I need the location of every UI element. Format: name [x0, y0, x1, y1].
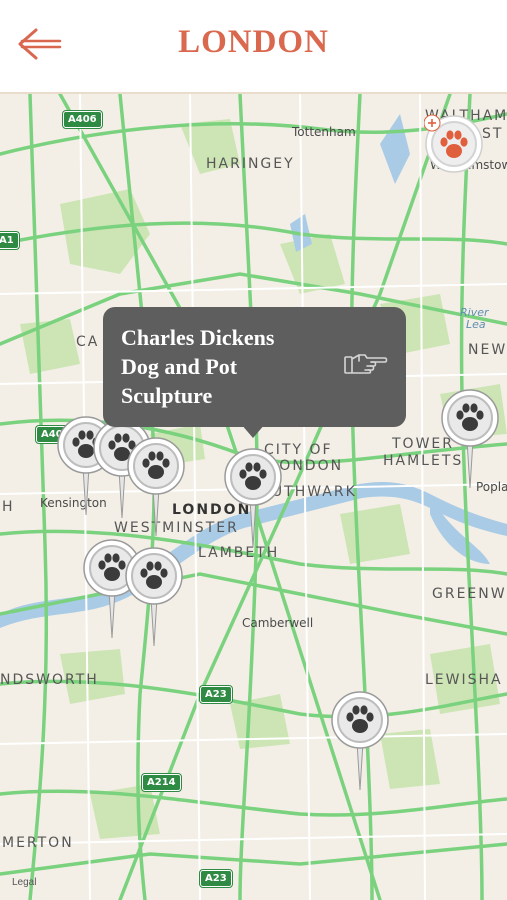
- callout-title-line-1: Charles Dickens: [121, 325, 275, 350]
- page-title: LONDON: [178, 24, 329, 60]
- road-shield-a406: A406: [63, 111, 102, 128]
- plus-icon: [423, 114, 441, 132]
- map-pin-5[interactable]: [440, 388, 500, 503]
- map-label-wandsworth: NDSWORTH: [0, 672, 99, 688]
- map-label-greenwich: GREENWI: [432, 586, 507, 602]
- callout-title-line-2: Dog and Pot: [121, 354, 238, 379]
- pointing-hand-icon: [344, 354, 388, 374]
- map-label-camberwell: Camberwell: [242, 616, 314, 630]
- location-callout[interactable]: Charles Dickens Dog and Pot Sculpture: [103, 307, 406, 427]
- callout-title-line-3: Sculpture: [121, 383, 213, 408]
- map-pin-selected[interactable]: [223, 447, 283, 562]
- app-header: LONDON: [0, 0, 507, 94]
- map-label-newham: NEW: [468, 342, 507, 358]
- callout-title: Charles Dickens Dog and Pot Sculpture: [121, 323, 341, 410]
- map-label-edge: H: [2, 499, 15, 515]
- map-label-walthamstow-mid: ST: [482, 126, 504, 142]
- add-location-badge[interactable]: [423, 114, 484, 174]
- map-pin-7[interactable]: [124, 546, 184, 661]
- road-shield-a214: A214: [142, 774, 181, 791]
- map-label-haringey: HARINGEY: [206, 156, 295, 172]
- map-label-camden: CA: [76, 334, 100, 350]
- map-label-lewisham: LEWISHA: [425, 672, 503, 688]
- map-label-merton: MERTON: [2, 835, 74, 851]
- road-shield-a1: A1: [0, 232, 19, 249]
- callout-pointer: [241, 424, 265, 438]
- road-shield-a23b: A23: [200, 870, 232, 887]
- callout-detail-button[interactable]: [343, 349, 389, 379]
- map-pin-3[interactable]: [126, 436, 186, 551]
- map-pin-8[interactable]: [330, 690, 390, 805]
- map-label-tottenham: Tottenham: [292, 125, 356, 139]
- map-label-river-lea-2: Lea: [466, 318, 486, 331]
- road-shield-a23: A23: [200, 686, 232, 703]
- map-legal-link[interactable]: Legal: [12, 877, 36, 888]
